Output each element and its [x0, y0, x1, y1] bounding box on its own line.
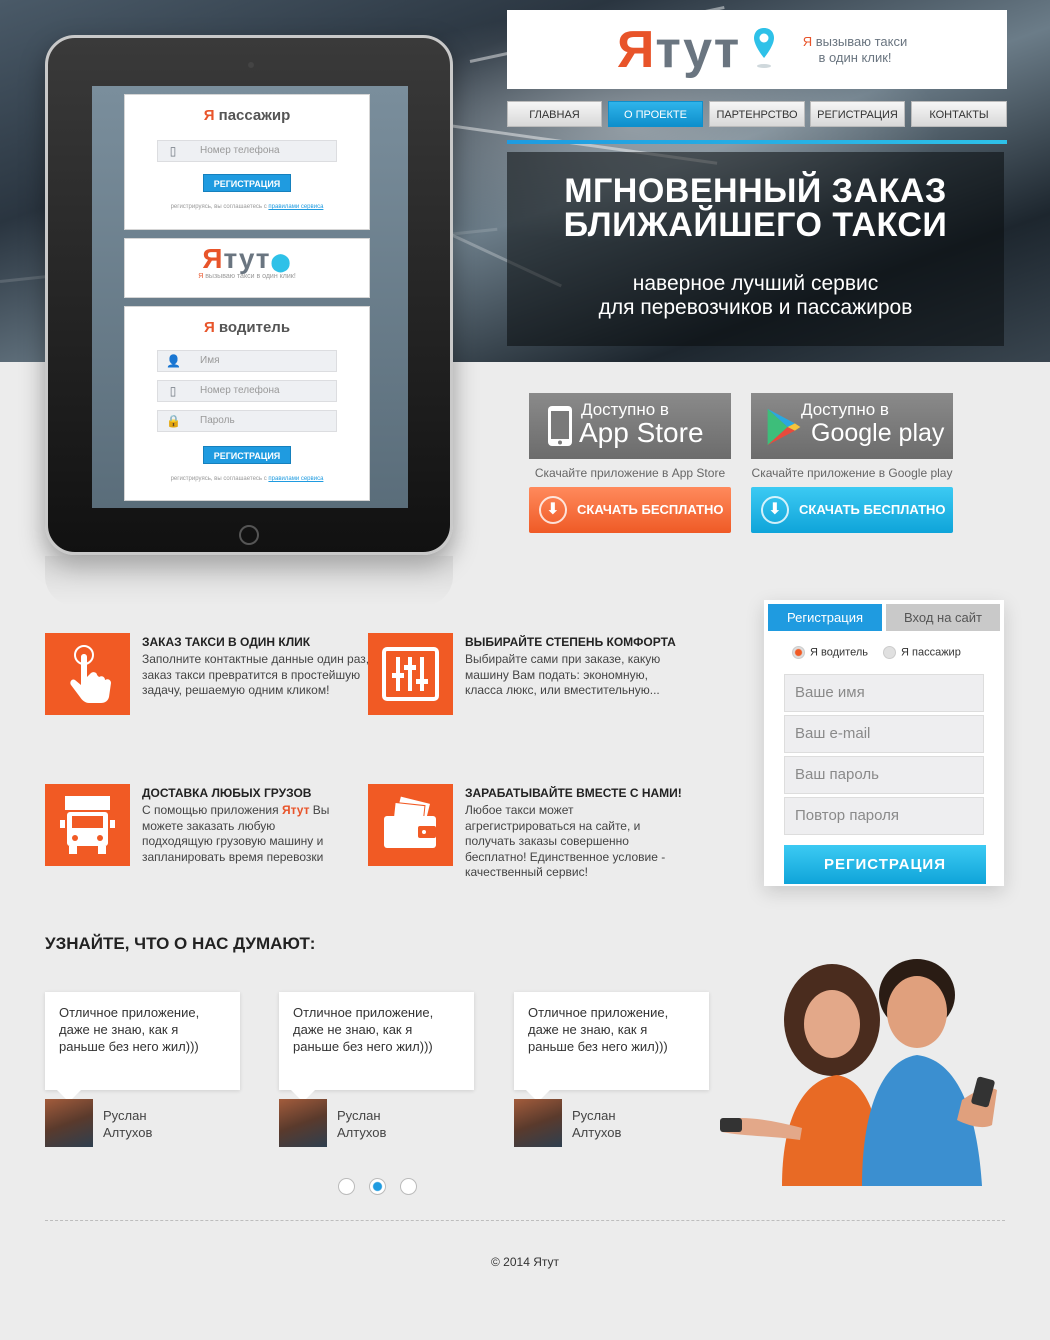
tablet-passenger-card: Я пассажир ▯ Номер телефона РЕГИСТРАЦИЯ … — [124, 94, 370, 230]
tablet-rules-link[interactable]: правилами сервиса — [268, 204, 323, 210]
feature-earn: ЗАРАБАТЫВАЙТЕ ВМЕСТЕ С НАМИ! Любое такси… — [368, 784, 682, 879]
pagination-dot-2[interactable] — [369, 1178, 386, 1195]
phone-icon: ▯ — [169, 384, 177, 398]
tablet-logo-tagline: Я вызываю такси в один клик! — [198, 273, 296, 280]
repeat-password-field[interactable]: Повтор пароля — [784, 797, 984, 835]
tablet-driver-phone-field[interactable]: ▯ Номер телефона — [157, 380, 337, 402]
register-submit-button[interactable]: РЕГИСТРАЦИЯ — [784, 845, 986, 884]
reviews-title: УЗНАЙТЕ, ЧТО О НАС ДУМАЮТ: — [45, 934, 316, 953]
password-field[interactable]: Ваш пароль — [784, 756, 984, 794]
feature-title: ЗАКАЗ ТАКСИ В ОДИН КЛИК — [142, 635, 311, 649]
nav-item-home[interactable]: ГЛАВНАЯ — [507, 101, 602, 127]
avatar — [279, 1099, 327, 1147]
radio-unchecked-icon — [883, 646, 896, 659]
avatar — [514, 1099, 562, 1147]
pagination-dot-3[interactable] — [400, 1178, 417, 1195]
site-logo[interactable]: Ятут Я вызываю такси в один клик! — [507, 10, 1007, 89]
map-pin-icon: ⬤ — [270, 252, 292, 272]
tablet-passenger-note: регистрируясь, вы соглашаетесь с правила… — [170, 204, 324, 210]
tablet-reflection — [45, 556, 453, 606]
radio-checked-icon — [792, 646, 805, 659]
hero-subtitle: наверное лучший сервис для перевозчиков … — [598, 272, 913, 319]
feature-text: Выбирайте сами при заказе, какую машину … — [465, 652, 661, 697]
pagination-dot-1[interactable] — [338, 1178, 355, 1195]
download-arrow-icon: ⬇ — [539, 496, 567, 524]
map-pin-icon — [753, 28, 774, 68]
user-icon: 👤 — [166, 354, 181, 368]
wallet-icon — [368, 784, 453, 866]
truck-icon — [45, 784, 130, 866]
hero-panel: МГНОВЕННЫЙ ЗАКАЗ БЛИЖАЙШЕГО ТАКСИ наверн… — [507, 152, 1004, 346]
hero-title: МГНОВЕННЫЙ ЗАКАЗ БЛИЖАЙШЕГО ТАКСИ — [563, 172, 948, 244]
email-field[interactable]: Ваш e-mail — [784, 715, 984, 753]
nav-item-about[interactable]: О ПРОЕКТЕ — [608, 101, 703, 127]
appstore-download-button[interactable]: ⬇ СКАЧАТЬ БЕСПЛАТНО — [529, 487, 731, 533]
google-play-icon — [767, 408, 801, 446]
tablet-mockup: Я пассажир ▯ Номер телефона РЕГИСТРАЦИЯ … — [45, 35, 453, 555]
googleplay-badge[interactable]: Доступно в Google play — [751, 393, 953, 459]
feature-title: ВЫБИРАЙТЕ СТЕПЕНЬ КОМФОРТА — [465, 635, 676, 649]
feature-one-click: ЗАКАЗ ТАКСИ В ОДИН КЛИК Заполните контак… — [45, 633, 379, 723]
name-field[interactable]: Ваше имя — [784, 674, 984, 712]
radio-passenger[interactable]: Я пассажир — [883, 646, 961, 659]
tablet-driver-name-field[interactable]: 👤 Имя — [157, 350, 337, 372]
tab-registration[interactable]: Регистрация — [768, 604, 882, 631]
lock-icon: 🔒 — [166, 414, 181, 428]
appstore-caption: Скачайте приложение в App Store — [534, 466, 726, 480]
nav-item-registration[interactable]: РЕГИСТРАЦИЯ — [810, 101, 905, 127]
googleplay-download-button[interactable]: ⬇ СКАЧАТЬ БЕСПЛАТНО — [751, 487, 953, 533]
avatar — [45, 1099, 93, 1147]
feature-title: ДОСТАВКА ЛЮБЫХ ГРУЗОВ — [142, 786, 312, 800]
smartphone-icon — [548, 406, 572, 446]
nav-accent-line — [507, 140, 1007, 144]
logo-tagline: Я вызываю такси в один клик! — [802, 34, 908, 65]
registration-form: Регистрация Вход на сайт Я водитель Я па… — [764, 600, 1004, 886]
phone-icon: ▯ — [169, 144, 177, 158]
feature-comfort: ВЫБИРАЙТЕ СТЕПЕНЬ КОМФОРТА Выбирайте сам… — [368, 633, 676, 723]
feature-cargo: ДОСТАВКА ЛЮБЫХ ГРУЗОВ С помощью приложен… — [45, 784, 345, 874]
tablet-rules-link[interactable]: правилами сервиса — [268, 476, 323, 482]
tablet-passenger-title: Я пассажир — [203, 107, 291, 124]
logo-wordmark: Ятут — [617, 20, 776, 80]
radio-driver[interactable]: Я водитель — [792, 646, 868, 659]
feature-text: С помощью приложения Ятут Вы можете зака… — [142, 803, 330, 864]
footer-copyright: © 2014 Ятут — [491, 1255, 559, 1269]
review-bubble: Отличное приложение, даже не знаю, как я… — [279, 992, 474, 1102]
main-nav: ГЛАВНАЯ О ПРОЕКТЕ ПАРТЕНРСТВО РЕГИСТРАЦИ… — [507, 101, 1007, 127]
tablet-driver-card: Я водитель 👤 Имя ▯ Номер телефона 🔒 Паро… — [124, 306, 370, 501]
tablet-driver-note: регистрируясь, вы соглашаетесь с правила… — [170, 476, 324, 482]
tablet-driver-register-button[interactable]: РЕГИСТРАЦИЯ — [203, 446, 291, 464]
review-author: Руслан Алтухов — [572, 1108, 622, 1140]
tablet-passenger-phone-field[interactable]: ▯ Номер телефона — [157, 140, 337, 162]
sliders-icon — [368, 633, 453, 715]
tablet-logo: Ятут⬤ — [202, 243, 292, 274]
review-bubble: Отличное приложение, даже не знаю, как я… — [45, 992, 240, 1102]
tablet-logo-card: Ятут⬤ Я вызываю такси в один клик! — [124, 238, 370, 298]
nav-item-contacts[interactable]: КОНТАКТЫ — [911, 101, 1007, 127]
appstore-badge[interactable]: Доступно в App Store — [529, 393, 731, 459]
tablet-passenger-register-button[interactable]: РЕГИСТРАЦИЯ — [203, 174, 291, 192]
feature-text: Любое такси может агрегистрироваться на … — [465, 803, 666, 879]
tab-login[interactable]: Вход на сайт — [886, 604, 1000, 631]
feature-text: Заполните контактные данные один раз, и … — [142, 652, 380, 697]
download-arrow-icon: ⬇ — [761, 496, 789, 524]
tablet-camera — [248, 62, 254, 68]
tablet-driver-title: Я водитель — [203, 319, 291, 336]
footer-divider — [45, 1220, 1005, 1221]
tablet-screen: Я пассажир ▯ Номер телефона РЕГИСТРАЦИЯ … — [92, 86, 408, 508]
nav-item-partnership[interactable]: ПАРТЕНРСТВО — [709, 101, 805, 127]
feature-title: ЗАРАБАТЫВАЙТЕ ВМЕСТЕ С НАМИ! — [465, 786, 682, 800]
tablet-home-button — [239, 525, 259, 545]
tablet-driver-password-field[interactable]: 🔒 Пароль — [157, 410, 337, 432]
review-bubble: Отличное приложение, даже не знаю, как я… — [514, 992, 709, 1102]
googleplay-caption: Скачайте приложение в Google play — [751, 466, 953, 480]
review-author: Руслан Алтухов — [337, 1108, 387, 1140]
review-author: Руслан Алтухов — [103, 1108, 153, 1140]
couple-with-phones-image — [720, 959, 997, 1186]
hand-tap-icon — [45, 633, 130, 715]
